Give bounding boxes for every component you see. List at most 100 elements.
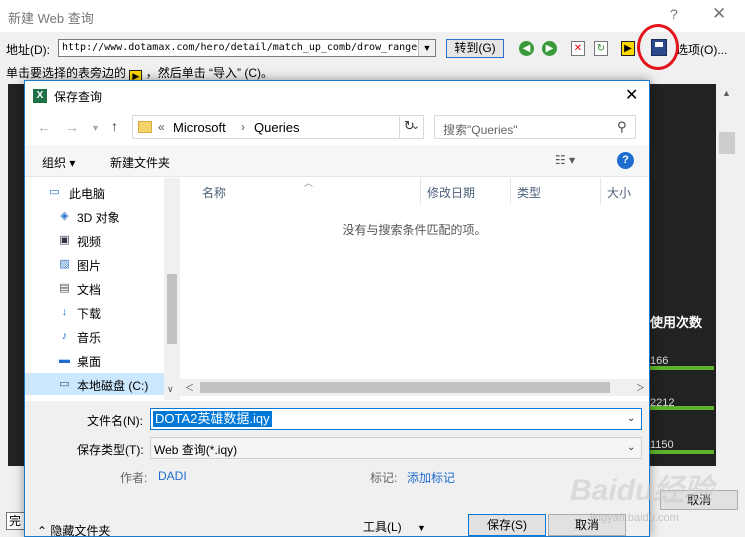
recent-locations-icon[interactable]: ▼ [91,123,100,133]
bg-status-box: 完 [6,512,26,530]
filename-value[interactable]: DOTA2英雄数据.iqy [153,411,272,427]
forward-icon[interactable]: ▶ [542,41,557,56]
refresh-icon[interactable]: ↻ [399,115,419,139]
scroll-right-icon[interactable]: ＞ [636,381,645,394]
nav-item-desktop[interactable]: ▬ 桌面 [25,349,170,371]
3d-objects-icon: ◈ [60,210,69,222]
bg-window-title: 新建 Web 查询 [8,11,94,26]
scroll-up-icon[interactable]: ▲ [722,88,731,98]
watermark-logo: Baidu经验 [570,474,714,507]
column-divider[interactable] [420,178,421,204]
column-type[interactable]: 类型 [517,184,541,201]
pictures-icon: ▨ [59,258,70,270]
address-input[interactable]: http://www.dotamax.com/hero/detail/match… [58,39,436,57]
filetype-label: 保存类型(T): [77,443,144,457]
dialog-close-button[interactable]: ✕ [625,85,638,105]
bg-help-button[interactable]: ? [670,6,678,22]
nav-item-this-pc[interactable]: ▭ 此电脑 [25,181,170,203]
save-form: 文件名(N): DOTA2英雄数据.iqy ⌄ 保存类型(T): Web 查询(… [25,401,649,537]
excel-icon: X [33,89,47,103]
caret-down-icon: ▼ [417,523,426,533]
nav-item-label: 桌面 [77,355,102,369]
nav-item-label: 图片 [77,259,102,273]
nav-item-videos[interactable]: ▣ 视频 [25,229,170,251]
preview-scrollbar[interactable]: ▲ [716,84,738,466]
search-placeholder: 搜索"Queries" [443,123,518,137]
breadcrumb-overflow[interactable]: « [158,120,165,134]
hint-suffix: ，然后单击 “导入” (C)。 [145,66,274,80]
address-dropdown-icon[interactable]: ▼ [418,40,435,56]
save-query-dialog: X 保存查询 ✕ ← → ▼ ↑ « Microsoft › Queries ⌄… [24,80,650,537]
nav-item-documents[interactable]: ▤ 文档 [25,277,170,299]
save-button[interactable]: 保存(S) [468,514,546,536]
nav-item-downloads[interactable]: ↓ 下载 [25,301,170,323]
address-row: 地址(D): http://www.dotamax.com/hero/detai… [0,36,745,60]
usage-bar [650,450,714,454]
forward-arrow-icon[interactable]: → [65,119,79,135]
address-label: 地址(D): [6,43,50,57]
tags-value[interactable]: 添加标记 [407,469,455,486]
show-icons-icon[interactable]: ▶ [621,41,635,56]
bg-close-button[interactable]: ✕ [712,4,726,24]
nav-item-label: 音乐 [77,331,102,345]
empty-message: 没有与搜索条件匹配的项。 [342,223,487,237]
breadcrumb-separator[interactable]: › [241,120,245,134]
dialog-title: 保存查询 [54,90,103,104]
search-box[interactable]: 搜索"Queries" ⚲ [434,115,636,139]
breadcrumb[interactable]: « Microsoft › Queries ⌄ [132,115,424,139]
chevron-down-icon[interactable]: ⌄ [627,413,635,424]
column-name[interactable]: 名称 [202,184,226,201]
back-arrow-icon[interactable]: ← [37,119,51,135]
stop-icon[interactable]: ✕ [571,41,585,56]
navigation-bar: ← → ▼ ↑ « Microsoft › Queries ⌄ ↻ 搜索"Que… [25,111,649,143]
chevron-down-icon[interactable]: ⌄ [627,442,635,453]
nav-scrollbar[interactable]: ∨ [164,178,180,400]
drive-icon: ▭ [59,378,70,390]
nav-item-label: 文档 [77,283,102,297]
nav-scroll-thumb[interactable] [167,274,177,344]
nav-item-label: 本地磁盘 (C:) [77,379,149,393]
hide-folders-button[interactable]: ⌃ 隐藏文件夹 [37,522,110,537]
new-folder-button[interactable]: 新建文件夹 [110,154,170,171]
search-icon[interactable]: ⚲ [617,119,627,135]
tools-button[interactable]: 工具(L) ▼ [363,518,426,535]
column-size[interactable]: 大小 [607,184,631,201]
nav-item-3d-objects[interactable]: ◈ 3D 对象 [25,205,170,227]
refresh-icon[interactable]: ↻ [594,41,608,56]
file-list-hscrollbar[interactable]: ＜ ＞ [180,379,649,396]
author-label: 作者: [120,471,148,485]
hscroll-thumb[interactable] [200,382,610,393]
nav-item-local-disk[interactable]: ▭ 本地磁盘 (C:) [25,373,164,395]
up-arrow-icon[interactable]: ↑ [111,118,118,134]
column-divider[interactable] [600,178,601,204]
desktop-icon: ▬ [59,354,70,366]
file-list-header: ︿ 名称 修改日期 类型 大小 [180,178,649,204]
filetype-select[interactable]: Web 查询(*.iqy) ⌄ [150,437,642,459]
author-value[interactable]: DADI [158,469,187,483]
organize-button[interactable]: 组织 ▾ [42,154,75,171]
back-icon[interactable]: ◀ [519,41,534,56]
command-bar: 组织 ▾ 新建文件夹 ☷ ▾ ? [25,145,649,177]
usage-header: 使用次数 [650,315,703,330]
nav-item-label: 此电脑 [69,187,106,201]
usage-bar [650,366,714,370]
nav-item-music[interactable]: ♪ 音乐 [25,325,170,347]
help-icon[interactable]: ? [617,152,634,169]
filename-input[interactable]: DOTA2英雄数据.iqy ⌄ [150,408,642,430]
scroll-thumb[interactable] [719,132,735,154]
column-divider[interactable] [510,178,511,204]
options-button[interactable]: 选项(O)... [676,41,727,58]
column-modified[interactable]: 修改日期 [427,184,475,201]
breadcrumb-queries[interactable]: Queries [254,120,300,135]
breadcrumb-microsoft[interactable]: Microsoft [173,120,226,135]
highlight-circle [637,24,679,70]
nav-item-label: 3D 对象 [77,211,120,225]
hide-folders-label: 隐藏文件夹 [50,524,111,537]
scroll-left-icon[interactable]: ＜ [185,381,194,394]
nav-item-pictures[interactable]: ▨ 图片 [25,253,170,275]
sort-caret-icon: ︿ [304,178,314,188]
tools-label: 工具(L) [363,520,402,534]
view-options-button[interactable]: ☷ ▾ [555,153,575,167]
goto-button[interactable]: 转到(G) [446,39,504,58]
scroll-down-icon[interactable]: ∨ [167,384,174,395]
